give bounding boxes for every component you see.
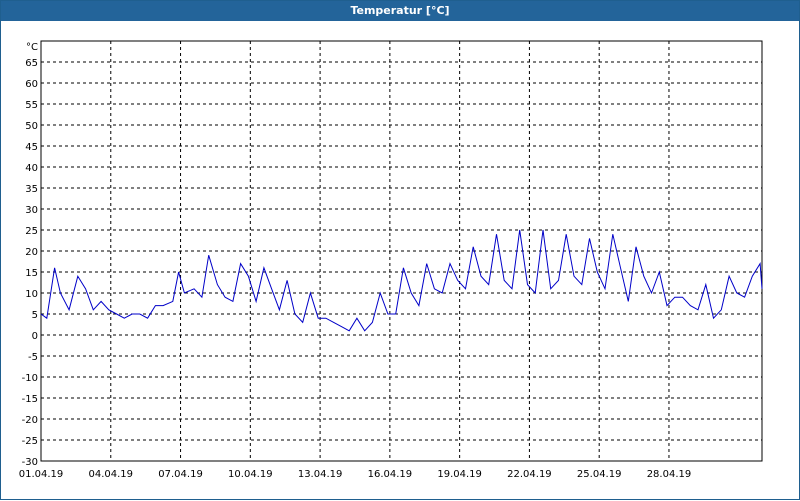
- y-axis-unit-label: °C: [26, 42, 38, 53]
- y-tick-label: 65: [25, 58, 38, 69]
- x-tick-label: 22.04.19: [507, 469, 552, 480]
- y-tick-label: 55: [25, 100, 38, 111]
- x-tick-label: 01.04.19: [19, 469, 64, 480]
- y-tick-label: 10: [25, 289, 38, 300]
- x-tick-label: 28.04.19: [647, 469, 692, 480]
- y-tick-label: 25: [25, 226, 38, 237]
- chart-window: Temperatur [°C] °C 65 60 55 50 45 40 35 30 25 20 1…: [0, 0, 800, 500]
- y-tick-label: 40: [25, 163, 38, 174]
- x-tick-label: 07.04.19: [158, 469, 203, 480]
- temperature-line-chart: °C 65605550454035302520151050-5-10-15-20…: [19, 40, 763, 480]
- temperature-series-line: [40, 229, 763, 332]
- x-tick-label: 16.04.19: [368, 469, 413, 480]
- y-tick-label: -10: [22, 373, 38, 384]
- x-tick-label: 19.04.19: [437, 469, 482, 480]
- x-axis-tick-labels: 01.04.19 04.04.19 07.04.19 10.04.19 13.04.19…: [19, 469, 691, 480]
- grid-lines: [41, 41, 762, 462]
- y-tick-label: 15: [25, 268, 38, 279]
- x-tick-label: 13.04.19: [298, 469, 343, 480]
- y-axis-tick-labels: 65605550454035302520151050-5-10-15-20-25…: [22, 58, 38, 468]
- y-tick-label: 0: [32, 331, 38, 342]
- y-tick-label: 50: [25, 121, 38, 132]
- y-tick-label: -25: [22, 436, 38, 447]
- x-tick-label: 25.04.19: [577, 469, 622, 480]
- x-tick-label: 04.04.19: [89, 469, 134, 480]
- y-tick-label: 35: [25, 184, 38, 195]
- y-tick-label: 45: [25, 142, 38, 153]
- y-tick-label: -20: [22, 415, 38, 426]
- y-tick-label: -5: [28, 352, 38, 363]
- y-tick-label: 30: [25, 205, 38, 216]
- y-tick-label: 5: [32, 310, 38, 321]
- y-tick-label: -30: [22, 457, 38, 468]
- y-tick-label: 60: [25, 79, 38, 90]
- y-tick-label: -15: [22, 394, 38, 405]
- x-tick-label: 10.04.19: [228, 469, 273, 480]
- y-tick-label: 20: [25, 247, 38, 258]
